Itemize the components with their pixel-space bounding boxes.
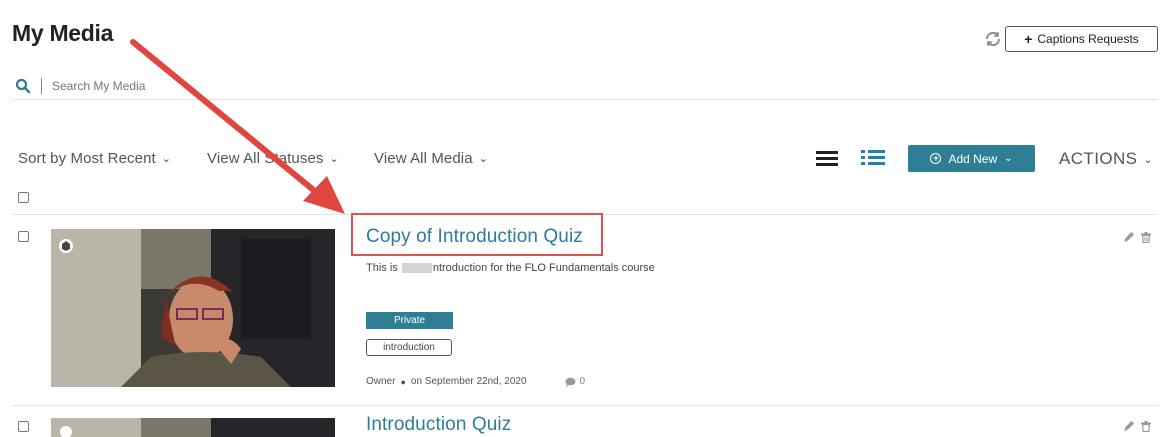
comment-icon — [565, 377, 576, 387]
media-thumbnail[interactable] — [51, 229, 335, 387]
item-actions — [1123, 421, 1151, 432]
search-icon[interactable] — [15, 78, 31, 94]
add-new-button[interactable]: + Add New ⌄ — [908, 145, 1035, 172]
captions-requests-label: Captions Requests — [1037, 32, 1139, 46]
media-type-label: View All Media — [374, 150, 473, 167]
search-input[interactable]: Search My Media — [52, 79, 145, 93]
chevron-down-icon: ⌄ — [1004, 153, 1013, 164]
list-view-icon[interactable] — [816, 151, 838, 167]
edit-pencil-icon[interactable] — [1123, 421, 1134, 432]
trash-icon[interactable] — [1141, 232, 1151, 243]
chevron-down-icon: ⌄ — [478, 153, 489, 165]
annotation-highlight-box — [351, 213, 603, 256]
add-new-label: Add New — [948, 151, 998, 166]
chevron-down-icon: ⌄ — [161, 153, 172, 165]
status-badge: Private — [366, 312, 453, 329]
item-checkbox[interactable] — [18, 231, 29, 242]
detailed-view-icon[interactable] — [861, 150, 885, 168]
media-type-dropdown[interactable]: View All Media ⌄ — [374, 150, 488, 167]
comments-count: 0 — [565, 376, 586, 387]
tag-chip[interactable]: introduction — [366, 339, 452, 356]
chevron-down-icon: ⌄ — [329, 153, 339, 165]
sort-dropdown[interactable]: Sort by Most Recent ⌄ — [18, 150, 171, 167]
owner-label: Owner — [366, 376, 396, 387]
chevron-down-icon: ⌄ — [1143, 153, 1153, 166]
media-description: This is ntroduction for the FLO Fundamen… — [366, 262, 655, 274]
plus-circle-icon: + — [930, 153, 942, 164]
search-separator — [41, 77, 42, 94]
bullet-separator: ● — [400, 376, 406, 387]
item-actions — [1123, 232, 1151, 243]
status-label: View All Statuses — [207, 150, 324, 167]
comments-number: 0 — [579, 376, 586, 387]
page-title: My Media — [12, 20, 114, 46]
media-meta: Owner ● on September 22nd, 2020 0 — [366, 376, 585, 387]
date-label: on September 22nd, 2020 — [410, 376, 527, 387]
actions-dropdown[interactable]: ACTIONS ⌄ — [1059, 149, 1153, 169]
description-text: ntroduction for the FLO Fundamentals cou… — [432, 262, 655, 274]
description-text: This is — [366, 262, 398, 274]
trash-icon[interactable] — [1141, 421, 1151, 432]
captions-requests-button[interactable]: + Captions Requests — [1005, 26, 1158, 52]
select-all-checkbox[interactable] — [18, 192, 29, 203]
plus-icon: + — [1024, 31, 1033, 47]
status-dropdown[interactable]: View All Statuses ⌄ — [207, 150, 339, 167]
refresh-icon[interactable] — [984, 30, 1002, 48]
redacted-text — [401, 263, 432, 274]
media-title-link[interactable]: Introduction Quiz — [366, 414, 511, 436]
item-checkbox[interactable] — [18, 421, 29, 432]
divider — [12, 405, 1158, 406]
search-bar[interactable]: Search My Media — [12, 72, 1158, 100]
sort-label: Sort by Most Recent — [18, 150, 156, 167]
edit-pencil-icon[interactable] — [1123, 232, 1134, 243]
actions-label: ACTIONS — [1059, 149, 1138, 168]
media-thumbnail[interactable] — [51, 418, 335, 437]
